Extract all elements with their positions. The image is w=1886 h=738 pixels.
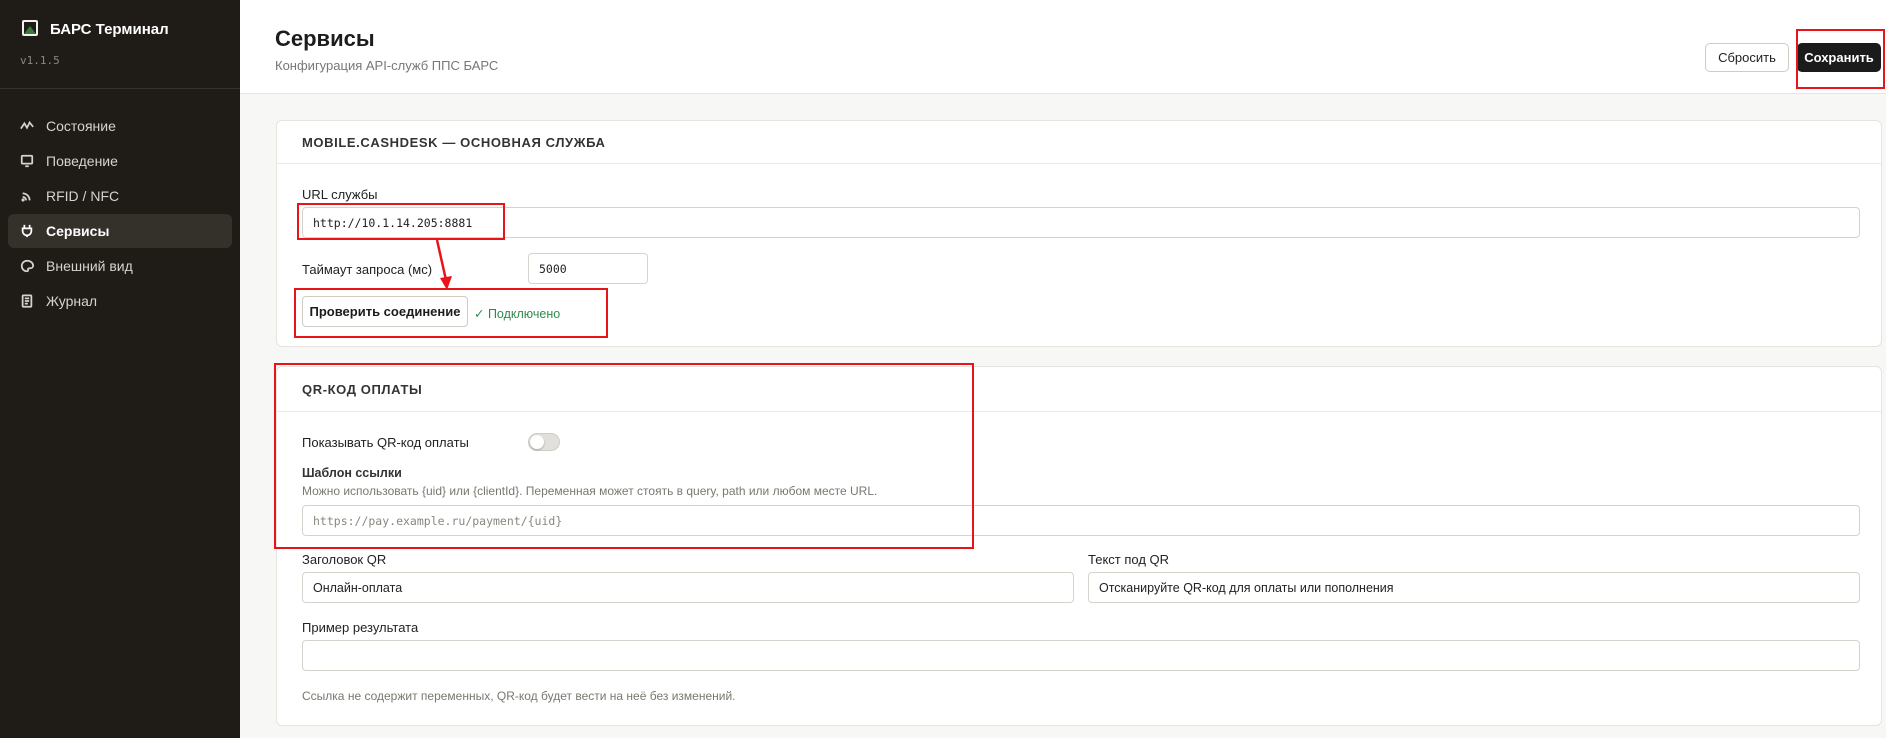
cashdesk-card: MOBILE.CASHDESK — ОСНОВНАЯ СЛУЖБА URL сл…: [276, 120, 1882, 347]
app-version: v1.1.5: [20, 54, 60, 67]
show-qr-toggle[interactable]: [528, 433, 560, 451]
toggle-knob: [530, 435, 544, 449]
qr-card-title: QR-КОД ОПЛАТЫ: [277, 367, 1881, 412]
sidebar-item-label: Состояние: [46, 118, 116, 134]
sidebar-item-label: RFID / NFC: [46, 188, 120, 204]
save-button[interactable]: Сохранить: [1797, 43, 1881, 72]
link-template-label: Шаблон ссылки: [302, 466, 402, 480]
service-url-label: URL службы: [302, 187, 378, 202]
show-qr-label: Показывать QR-код оплаты: [302, 435, 469, 450]
sidebar-item-log[interactable]: Журнал: [8, 284, 232, 318]
sidebar-item-status[interactable]: Состояние: [8, 109, 232, 143]
sidebar-item-label: Журнал: [46, 293, 98, 309]
app-title: БАРС Терминал: [50, 20, 169, 38]
page-title: Сервисы: [275, 26, 375, 51]
sidebar-item-label: Сервисы: [46, 223, 110, 239]
palette-icon: [20, 259, 34, 273]
sidebar-item-behavior[interactable]: Поведение: [8, 144, 232, 178]
qr-heading-label: Заголовок QR: [302, 552, 387, 567]
result-example-label: Пример результата: [302, 620, 419, 635]
sidebar-item-label: Поведение: [46, 153, 118, 169]
qr-caption-input[interactable]: Отсканируйте QR-код для оплаты или попол…: [1088, 572, 1860, 603]
service-url-input[interactable]: http://10.1.14.205:8881: [302, 207, 1860, 238]
timeout-label: Таймаут запроса (мс): [302, 262, 433, 277]
link-template-hint: Можно использовать {uid} или {clientId}.…: [302, 484, 878, 498]
timeout-input[interactable]: 5000: [528, 253, 648, 284]
reset-button[interactable]: Сбросить: [1705, 43, 1789, 72]
check-connection-button[interactable]: Проверить соединение: [302, 296, 468, 327]
activity-icon: [20, 119, 34, 133]
rfid-icon: [20, 189, 34, 203]
sidebar: БАРС Терминал v1.1.5 Состояние Поведение…: [0, 0, 240, 738]
sidebar-item-appearance[interactable]: Внешний вид: [8, 249, 232, 283]
brand: БАРС Терминал v1.1.5: [0, 0, 240, 89]
qr-caption-label: Текст под QR: [1088, 552, 1170, 567]
page-subtitle: Конфигурация API-служб ППС БАРС: [275, 58, 499, 73]
result-note: Ссылка не содержит переменных, QR-код бу…: [302, 689, 736, 703]
log-icon: [20, 294, 34, 308]
link-template-input[interactable]: https://pay.example.ru/payment/{uid}: [302, 505, 1860, 536]
monitor-icon: [20, 154, 34, 168]
cashdesk-card-title: MOBILE.CASHDESK — ОСНОВНАЯ СЛУЖБА: [277, 121, 1881, 164]
qr-heading-input[interactable]: Онлайн-оплата: [302, 572, 1074, 603]
app-logo-icon: [20, 18, 40, 40]
result-example-field: [302, 640, 1860, 671]
sidebar-nav: Состояние Поведение RFID / NFC Сервисы В…: [0, 89, 240, 318]
sidebar-item-services[interactable]: Сервисы: [8, 214, 232, 248]
qr-card: QR-КОД ОПЛАТЫ Показывать QR-код оплаты Ш…: [276, 366, 1882, 726]
sidebar-item-rfid[interactable]: RFID / NFC: [8, 179, 232, 213]
sidebar-item-label: Внешний вид: [46, 258, 133, 274]
plug-icon: [20, 224, 34, 238]
page-header: Сервисы Конфигурация API-служб ППС БАРС …: [240, 0, 1886, 94]
connection-status: ✓ Подключено: [474, 307, 561, 321]
